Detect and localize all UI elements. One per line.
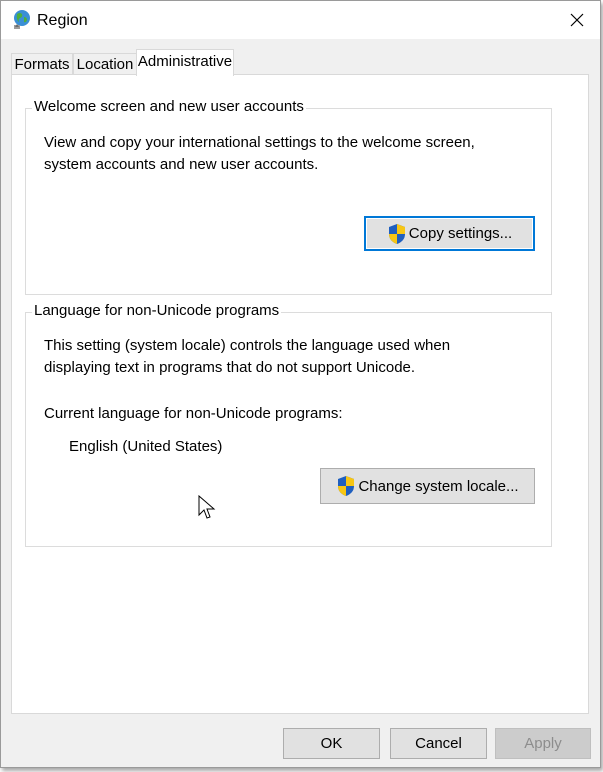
tab-location[interactable]: Location — [73, 53, 137, 75]
welcome-screen-group: Welcome screen and new user accounts Vie… — [25, 98, 552, 295]
welcome-group-title: Welcome screen and new user accounts — [32, 98, 306, 115]
change-system-locale-label: Change system locale... — [358, 477, 519, 495]
close-button[interactable] — [554, 1, 600, 39]
uac-shield-icon — [338, 476, 355, 496]
uac-shield-icon — [388, 223, 405, 244]
copy-settings-button[interactable]: Copy settings... — [364, 216, 535, 251]
non-unicode-group: Language for non-Unicode programs This s… — [25, 302, 552, 547]
apply-button: Apply — [495, 728, 591, 759]
globe-region-icon — [14, 10, 30, 29]
close-icon — [570, 13, 584, 27]
welcome-description-line-2: system accounts and new user accounts. — [44, 156, 319, 173]
non-unicode-group-title: Language for non-Unicode programs — [32, 302, 282, 319]
cancel-button[interactable]: Cancel — [390, 728, 487, 759]
welcome-description-line-1: View and copy your international setting… — [44, 134, 475, 151]
change-system-locale-button[interactable]: Change system locale... — [320, 468, 535, 504]
mouse-pointer-icon — [198, 495, 216, 519]
copy-settings-label: Copy settings... — [408, 225, 513, 242]
administrative-panel: Welcome screen and new user accounts Vie… — [11, 74, 589, 714]
region-dialog: Region Formats Location Administrative W… — [0, 0, 601, 768]
tab-administrative[interactable]: Administrative — [136, 49, 234, 76]
ok-button[interactable]: OK — [283, 728, 380, 759]
current-language-value: English (United States) — [69, 438, 223, 455]
non-unicode-description-line-1: This setting (system locale) controls th… — [44, 337, 451, 354]
current-language-label: Current language for non-Unicode program… — [44, 405, 343, 422]
tab-formats[interactable]: Formats — [11, 53, 73, 75]
window-title: Region — [37, 12, 88, 29]
title-bar[interactable]: Region — [1, 1, 600, 39]
non-unicode-description-line-2: displaying text in programs that do not … — [44, 359, 416, 376]
